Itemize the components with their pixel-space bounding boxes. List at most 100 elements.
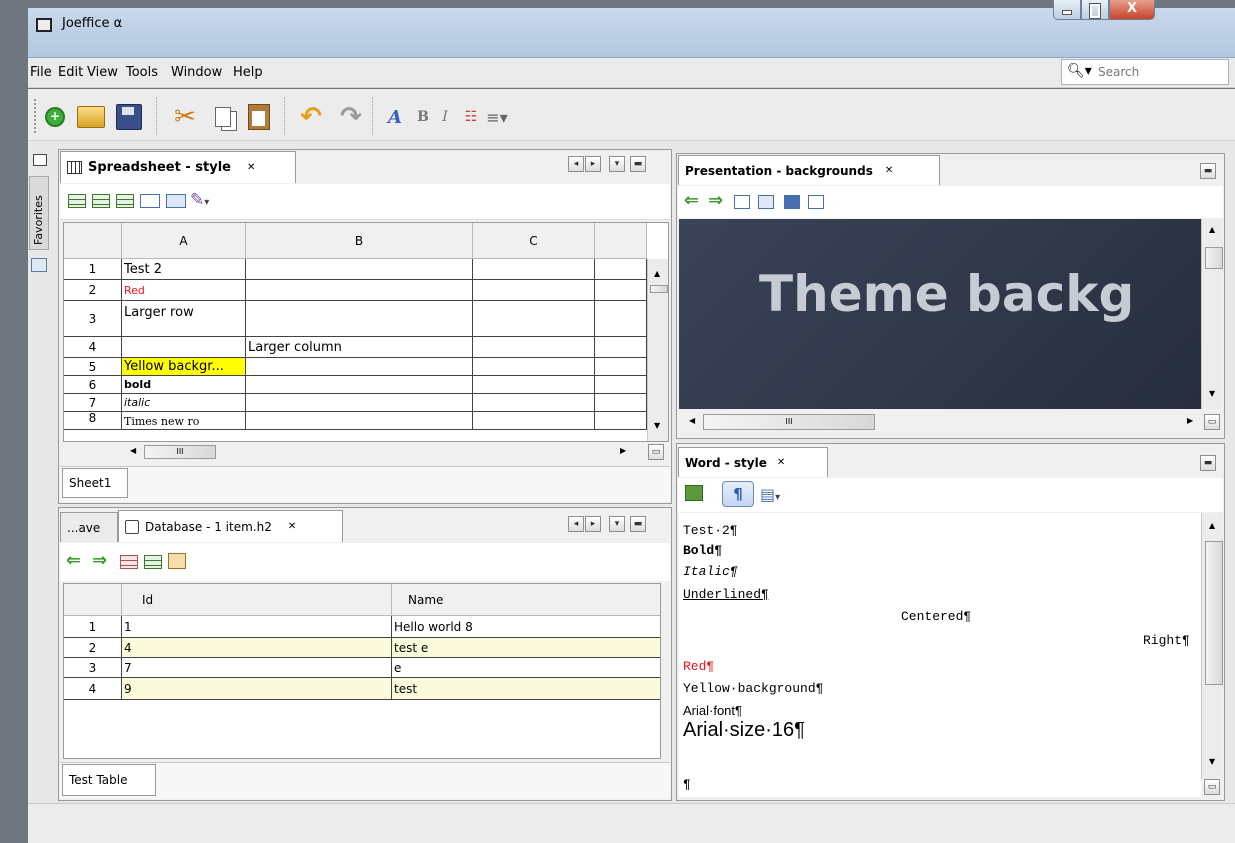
- search-input[interactable]: 🔍︎▾ Search: [1061, 59, 1229, 85]
- maximize-panel-button[interactable]: ▬: [630, 156, 646, 172]
- tab-list-button[interactable]: ▾: [609, 516, 625, 532]
- tab-word-style[interactable]: Word - style ✕: [678, 447, 828, 477]
- paste-icon[interactable]: [244, 103, 274, 131]
- scrollbar-thumb[interactable]: [1205, 247, 1223, 269]
- paragraph-arial-size-16[interactable]: Arial·size·16¶: [683, 719, 805, 742]
- cell-name[interactable]: test: [392, 678, 660, 700]
- tab-list-button[interactable]: ▾: [609, 156, 625, 172]
- maximize-panel-button[interactable]: ▬: [1200, 455, 1216, 471]
- tab-database[interactable]: Database - 1 item.h2 ✕: [118, 510, 343, 542]
- tab-close-icon[interactable]: ✕: [885, 165, 893, 176]
- paragraph-right[interactable]: Right¶: [1143, 633, 1190, 648]
- scrollbar-thumb[interactable]: [1205, 541, 1223, 685]
- cell[interactable]: [595, 412, 647, 430]
- restore-window-icon[interactable]: [33, 154, 47, 166]
- cell-name[interactable]: e: [392, 658, 660, 678]
- minimize-button[interactable]: [1053, 0, 1081, 20]
- menu-window[interactable]: Window: [171, 65, 222, 80]
- cell[interactable]: [246, 412, 473, 430]
- cell[interactable]: [473, 412, 595, 430]
- row-number[interactable]: 2: [64, 280, 122, 301]
- delete-slide-icon[interactable]: [758, 195, 774, 209]
- row-number[interactable]: 3: [64, 658, 122, 678]
- scroll-tabs-left-button[interactable]: ◂: [568, 516, 584, 532]
- row-number[interactable]: 7: [64, 394, 122, 412]
- cell[interactable]: [246, 301, 473, 337]
- column-header-b[interactable]: B: [246, 223, 473, 259]
- cell[interactable]: [122, 337, 246, 358]
- scroll-up-arrow[interactable]: ▲: [1209, 225, 1215, 234]
- scroll-down-arrow[interactable]: ▼: [654, 421, 660, 430]
- row-number[interactable]: 4: [64, 678, 122, 700]
- cell[interactable]: Larger column: [246, 337, 473, 358]
- cell[interactable]: [595, 376, 647, 394]
- cell[interactable]: [595, 280, 647, 301]
- row-number[interactable]: 2: [64, 638, 122, 658]
- cell[interactable]: [246, 280, 473, 301]
- frame-icon[interactable]: [140, 194, 160, 208]
- cell[interactable]: [246, 394, 473, 412]
- scroll-up-arrow[interactable]: ▲: [654, 269, 660, 278]
- paragraph-underlined[interactable]: Underlined¶: [683, 587, 769, 602]
- menu-tools[interactable]: Tools: [126, 65, 158, 80]
- paragraph-red[interactable]: Red¶: [683, 659, 714, 674]
- slideshow-icon[interactable]: [808, 195, 824, 209]
- column-header-name[interactable]: Name: [392, 584, 660, 616]
- slide-layout-icon[interactable]: [784, 195, 800, 209]
- sheet-export-icon[interactable]: [166, 194, 186, 208]
- undo-icon[interactable]: ↶: [296, 102, 326, 132]
- cell[interactable]: bold: [122, 376, 246, 394]
- scroll-down-arrow[interactable]: ▼: [1209, 757, 1215, 766]
- cell[interactable]: [473, 376, 595, 394]
- tab-close-icon[interactable]: ✕: [288, 521, 296, 532]
- row-number[interactable]: 5: [64, 358, 122, 376]
- scroll-down-arrow[interactable]: ▼: [1209, 389, 1215, 398]
- forward-arrow-icon[interactable]: ⇒: [708, 190, 723, 211]
- sheet-tab-sheet1[interactable]: Sheet1: [62, 468, 128, 498]
- menu-view[interactable]: View: [87, 65, 118, 80]
- align-icon[interactable]: ≡▾: [482, 103, 512, 131]
- cell[interactable]: Test 2: [122, 259, 246, 280]
- insert-row-icon[interactable]: [68, 194, 86, 208]
- cell[interactable]: [595, 259, 647, 280]
- menu-edit[interactable]: Edit: [58, 65, 83, 80]
- cell-id[interactable]: 1: [122, 616, 392, 638]
- cell-name[interactable]: Hello world 8: [392, 616, 660, 638]
- tab-previous-document[interactable]: ...ave: [60, 512, 118, 542]
- vertical-scrollbar[interactable]: ▲ ▼: [1201, 219, 1223, 409]
- cell[interactable]: Yellow backgr...: [122, 358, 246, 376]
- cell[interactable]: [595, 394, 647, 412]
- row-number[interactable]: 1: [64, 616, 122, 638]
- cell[interactable]: [595, 337, 647, 358]
- row-number[interactable]: 1: [64, 259, 122, 280]
- paragraph-bold[interactable]: Bold¶: [683, 543, 722, 558]
- delete-row-icon[interactable]: [92, 194, 110, 208]
- paragraph-centered[interactable]: Centered¶: [901, 609, 971, 624]
- cell[interactable]: Times new ro: [122, 412, 246, 430]
- paragraph-empty[interactable]: ¶: [683, 777, 691, 792]
- table-tab-test-table[interactable]: Test Table: [62, 764, 156, 796]
- paragraph-italic[interactable]: Italic¶: [683, 564, 738, 579]
- new-slide-icon[interactable]: [734, 195, 750, 209]
- horizontal-scrollbar[interactable]: ◀ III ▶: [122, 442, 648, 462]
- cell[interactable]: [595, 301, 647, 337]
- paragraph-test2[interactable]: Test·2¶: [683, 523, 738, 538]
- row-number[interactable]: 3: [64, 301, 122, 337]
- row-number[interactable]: 4: [64, 337, 122, 358]
- table-properties-icon[interactable]: [168, 553, 186, 569]
- cell[interactable]: italic: [122, 394, 246, 412]
- slide-canvas[interactable]: Theme backg: [679, 219, 1201, 409]
- maximize-panel-button[interactable]: ▬: [630, 516, 646, 532]
- delete-row-icon[interactable]: [144, 555, 162, 569]
- back-arrow-icon[interactable]: ⇐: [684, 190, 699, 211]
- scroll-left-arrow[interactable]: ◀: [130, 446, 136, 455]
- column-header-id[interactable]: Id: [122, 584, 392, 616]
- cell[interactable]: [473, 337, 595, 358]
- close-button[interactable]: X: [1109, 0, 1155, 20]
- scrollbar-thumb[interactable]: III: [703, 414, 875, 430]
- maximize-button[interactable]: [1081, 0, 1109, 20]
- tab-close-icon[interactable]: ✕: [777, 457, 785, 468]
- cell-id[interactable]: 9: [122, 678, 392, 700]
- cell[interactable]: Larger row: [122, 301, 246, 337]
- tab-close-icon[interactable]: ✕: [247, 162, 255, 173]
